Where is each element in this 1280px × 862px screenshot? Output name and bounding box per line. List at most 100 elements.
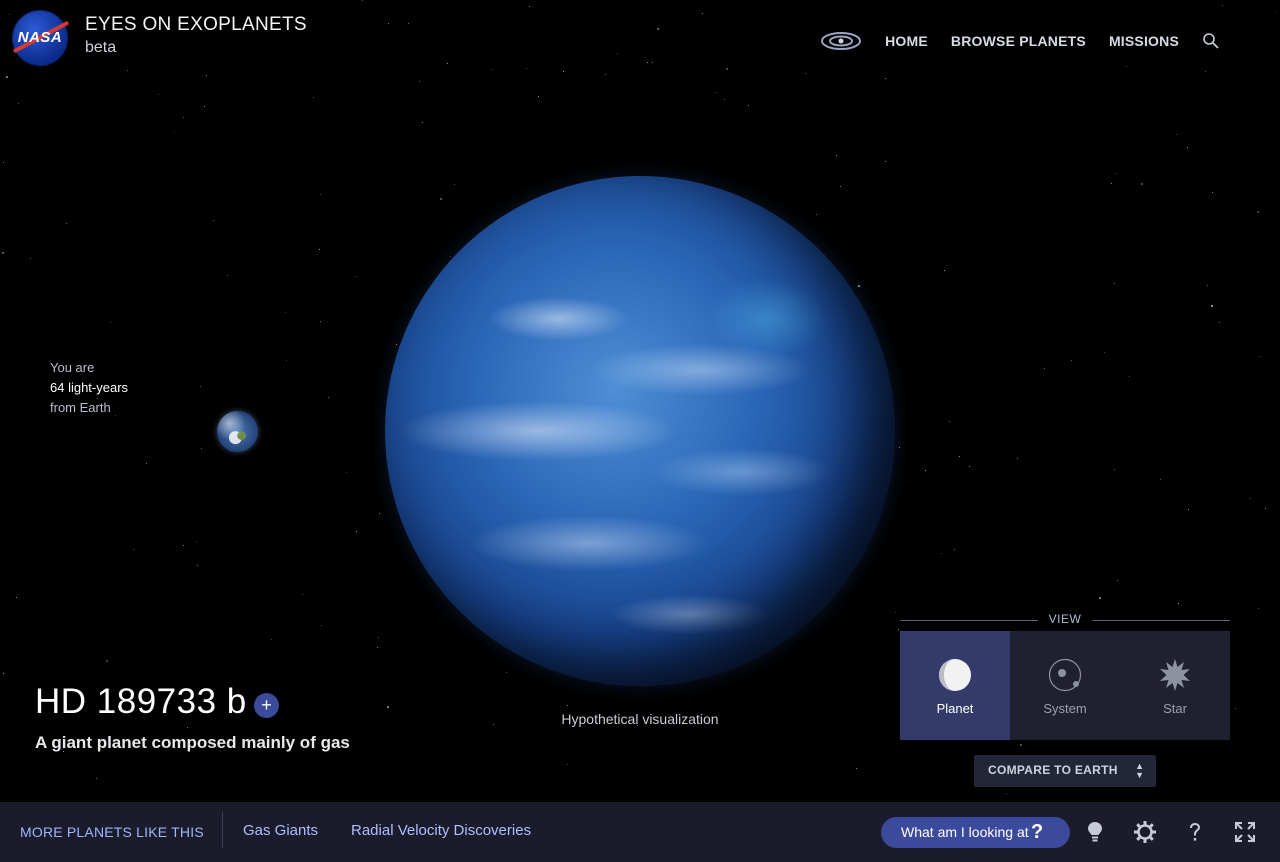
search-icon[interactable] xyxy=(1202,32,1220,50)
star-dot xyxy=(346,472,347,473)
nav-missions[interactable]: MISSIONS xyxy=(1109,33,1179,49)
star-icon xyxy=(1160,659,1190,691)
question-icon: ? xyxy=(1031,821,1044,843)
planet-name: HD 189733 b xyxy=(35,682,247,721)
star-dot xyxy=(1211,305,1213,307)
app-subtitle: beta xyxy=(85,39,117,56)
star-dot xyxy=(419,81,420,82)
star-dot xyxy=(1017,458,1018,459)
star-dot xyxy=(396,344,397,345)
divider xyxy=(222,812,223,848)
star-dot xyxy=(302,594,303,595)
star-dot xyxy=(1071,360,1072,361)
add-planet-info-button[interactable]: + xyxy=(254,693,279,718)
star-dot xyxy=(1141,183,1143,185)
earth-icon[interactable] xyxy=(217,411,258,452)
star-dot xyxy=(1187,147,1188,148)
view-star-button[interactable]: Star xyxy=(1120,631,1230,740)
star-dot xyxy=(454,184,455,185)
star-dot xyxy=(133,549,134,550)
star-dot xyxy=(328,397,329,398)
view-planet-label: Planet xyxy=(936,701,974,716)
star-dot xyxy=(840,186,841,187)
star-dot xyxy=(1257,211,1259,213)
nav-home[interactable]: HOME xyxy=(885,33,928,49)
nav-browse-planets[interactable]: BROWSE PLANETS xyxy=(951,33,1086,49)
star-dot xyxy=(959,456,960,457)
bottom-bar: MORE PLANETS LIKE THIS Gas Giants Radial… xyxy=(0,802,1280,862)
what-am-i-looking-at-button[interactable]: What am I looking at ? xyxy=(881,817,1070,848)
star-dot xyxy=(1265,508,1266,509)
fullscreen-icon[interactable] xyxy=(1233,820,1257,844)
star-dot xyxy=(954,549,955,550)
star-dot xyxy=(1114,283,1115,284)
star-dot xyxy=(1176,134,1177,135)
star-dot xyxy=(652,62,653,63)
star-dot xyxy=(1178,603,1179,604)
star-dot xyxy=(1117,580,1118,581)
star-dot xyxy=(450,256,451,257)
star-dot xyxy=(96,778,97,779)
star-dot xyxy=(567,705,568,706)
star-dot xyxy=(1114,469,1115,470)
view-planet-button[interactable]: Planet xyxy=(900,631,1010,740)
tag-radial-velocity[interactable]: Radial Velocity Discoveries xyxy=(351,822,531,839)
lightbulb-icon[interactable] xyxy=(1083,820,1107,844)
star-dot xyxy=(422,122,423,123)
star-dot xyxy=(1160,479,1161,480)
star-dot xyxy=(538,96,539,97)
star-dot xyxy=(1099,597,1101,599)
help-icon[interactable] xyxy=(1183,820,1207,844)
star-dot xyxy=(885,78,886,79)
star-dot xyxy=(816,214,817,215)
star-dot xyxy=(925,470,926,471)
star-dot xyxy=(447,63,448,64)
distance-readout: You are 64 light-years from Earth xyxy=(50,358,128,418)
star-dot xyxy=(183,117,184,118)
app-title[interactable]: EYES ON EXOPLANETS xyxy=(85,14,307,36)
star-dot xyxy=(856,768,857,769)
distance-line-3: from Earth xyxy=(50,400,111,415)
distance-line-1: You are xyxy=(50,360,95,375)
star-dot xyxy=(285,312,286,313)
gear-icon[interactable] xyxy=(1133,820,1157,844)
star-dot xyxy=(944,270,945,271)
star-dot xyxy=(1129,376,1130,377)
star-dot xyxy=(529,6,530,7)
star-dot xyxy=(836,155,837,156)
star-dot xyxy=(197,565,198,566)
star-dot xyxy=(617,53,618,54)
star-dot xyxy=(408,23,409,24)
star-dot xyxy=(1235,708,1236,709)
tag-gas-giants[interactable]: Gas Giants xyxy=(243,822,318,839)
star-dot xyxy=(183,545,184,546)
star-dot xyxy=(3,673,4,674)
star-dot xyxy=(748,105,749,106)
planet-visualization[interactable] xyxy=(385,176,895,686)
star-dot xyxy=(187,727,188,728)
view-system-label: System xyxy=(1043,701,1087,716)
star-dot xyxy=(949,421,950,422)
compare-label: COMPARE TO EARTH xyxy=(988,763,1118,777)
compare-to-earth-select[interactable]: COMPARE TO EARTH ▲ ▼ xyxy=(974,755,1156,787)
star-dot xyxy=(440,198,442,200)
view-selector: Planet System Star xyxy=(900,631,1230,740)
star-dot xyxy=(378,637,379,638)
star-dot xyxy=(30,258,31,259)
star-dot xyxy=(885,161,886,162)
star-dot xyxy=(16,597,17,598)
star-dot xyxy=(702,13,703,14)
star-dot xyxy=(227,275,228,276)
star-dot xyxy=(356,276,357,277)
star-dot xyxy=(146,463,147,464)
star-dot xyxy=(200,386,201,387)
nasa-logo[interactable]: NASA xyxy=(12,10,70,66)
star-dot xyxy=(1126,66,1127,67)
star-dot xyxy=(174,131,175,132)
star-dot xyxy=(969,466,970,467)
view-system-button[interactable]: System xyxy=(1010,631,1120,740)
star-dot xyxy=(2,252,4,254)
star-dot xyxy=(158,94,159,95)
star-dot xyxy=(110,322,111,323)
star-dot xyxy=(899,447,900,448)
